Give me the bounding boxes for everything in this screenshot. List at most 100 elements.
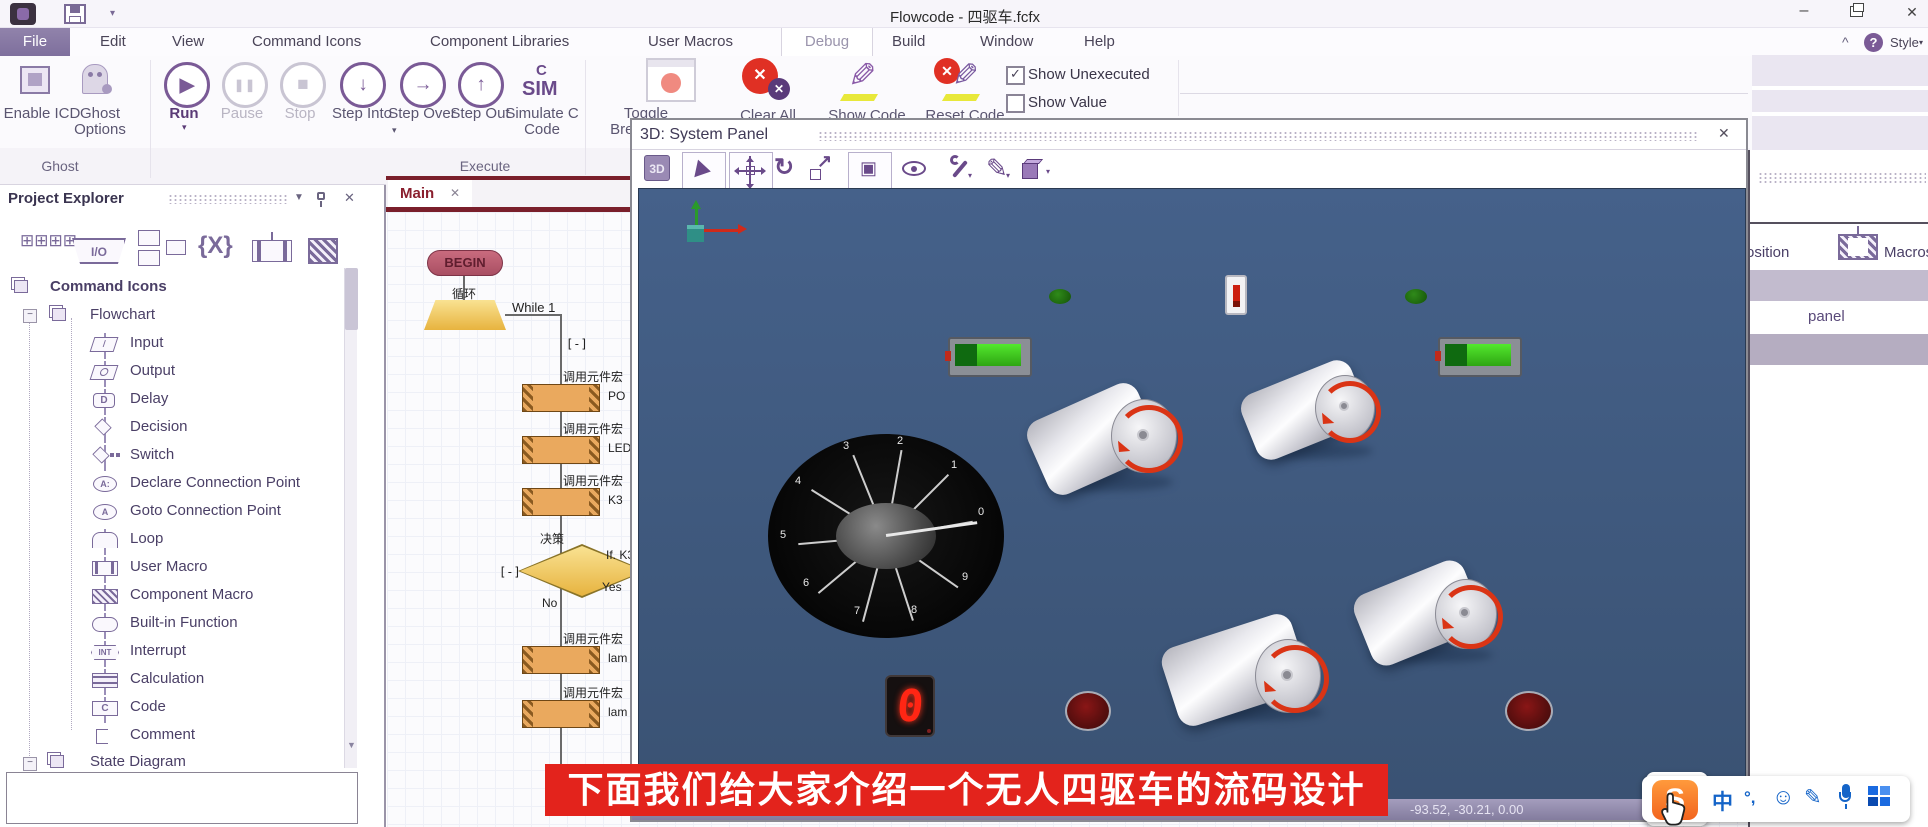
show-unexecuted-label[interactable]: Show Unexecuted: [1028, 66, 1150, 83]
3d-resize-icon[interactable]: ↗: [810, 157, 836, 181]
pin-icon[interactable]: [314, 191, 328, 207]
menu-command-icons[interactable]: Command Icons: [248, 28, 365, 56]
tree-item-goto-connection-point[interactable]: Goto Connection Point: [130, 502, 281, 519]
step-over-icon[interactable]: →: [400, 62, 446, 108]
3d-eye-icon[interactable]: [900, 160, 930, 179]
menu-file[interactable]: File: [0, 28, 70, 56]
3d-wrench-icon[interactable]: ▾: [946, 155, 976, 183]
tree-item-switch[interactable]: Switch: [130, 446, 174, 463]
ime-language-toggle[interactable]: 中: [1712, 786, 1733, 816]
position-column-header[interactable]: Position: [1748, 244, 1789, 261]
show-unexecuted-checkbox[interactable]: ✓: [1006, 66, 1025, 85]
close-button[interactable]: ✕: [1900, 4, 1924, 21]
push-button[interactable]: [1505, 691, 1553, 731]
menu-help[interactable]: Help: [1080, 28, 1119, 56]
run-dropdown-icon[interactable]: ▾: [182, 122, 187, 133]
panel-drag-handle[interactable]: [818, 131, 1698, 141]
show-code-icon[interactable]: ✎: [838, 58, 892, 104]
command-icons-filter-icon[interactable]: ⊞⊞⊞⊞: [20, 232, 60, 266]
tree-item-flowchart[interactable]: Flowchart: [90, 306, 155, 323]
ime-keyboard-layout-icon[interactable]: [1868, 786, 1892, 808]
toggle-breakpoint-icon[interactable]: [646, 58, 696, 102]
tab-close-icon[interactable]: ✕: [450, 186, 460, 200]
tree-item-decision[interactable]: Decision: [130, 418, 188, 435]
tree-item-input[interactable]: Input: [130, 334, 163, 351]
ime-handwriting-icon[interactable]: ✎: [1804, 785, 1822, 810]
component-macro-node[interactable]: [522, 488, 600, 516]
menu-user-macros[interactable]: User Macros: [644, 28, 737, 56]
ime-punctuation-toggle[interactable]: °,: [1744, 788, 1756, 808]
3d-run-button[interactable]: [682, 152, 726, 190]
seven-segment-display[interactable]: 0: [885, 675, 935, 737]
tree-item-user-macro[interactable]: User Macro: [130, 558, 208, 575]
collapse-ribbon-icon[interactable]: ^: [1842, 34, 1849, 50]
component-macro-node[interactable]: [522, 646, 600, 674]
show-value-checkbox[interactable]: [1006, 94, 1025, 113]
simulate-sim-icon[interactable]: SIM: [522, 78, 558, 101]
menu-build[interactable]: Build: [888, 28, 929, 56]
tree-item-loop[interactable]: Loop: [130, 530, 163, 547]
3d-rotate-icon[interactable]: ↻: [774, 153, 794, 182]
push-button[interactable]: [1065, 691, 1111, 731]
3d-cube-icon[interactable]: ▾: [1020, 155, 1054, 183]
panel-drag-handle[interactable]: [1758, 172, 1926, 184]
menu-debug[interactable]: Debug: [781, 28, 873, 56]
ime-microphone-icon[interactable]: [1838, 784, 1854, 814]
3d-panel-close-icon[interactable]: ✕: [1718, 125, 1730, 142]
panel-close-icon[interactable]: ✕: [344, 190, 355, 206]
panel-dropdown-icon[interactable]: ▼: [294, 192, 304, 203]
tree-scrollbar[interactable]: ▼: [344, 268, 357, 768]
enable-icd-icon[interactable]: [16, 62, 56, 100]
table-row[interactable]: [1750, 270, 1928, 301]
tree-item-state-diagram[interactable]: State Diagram: [90, 753, 186, 770]
menu-edit[interactable]: Edit: [96, 28, 130, 56]
component-macro-node[interactable]: [522, 436, 600, 464]
run-icon[interactable]: ▶: [164, 62, 210, 108]
component-macro-filter-icon[interactable]: [308, 238, 338, 264]
ghost-options-button[interactable]: Ghost Options: [58, 106, 142, 138]
table-row[interactable]: [1750, 334, 1928, 365]
tree-expander[interactable]: −: [23, 757, 37, 771]
tree-item-built-in-function[interactable]: Built-in Function: [130, 614, 238, 631]
minimize-button[interactable]: –: [1790, 2, 1818, 20]
battery-led-bar[interactable]: [948, 337, 1032, 377]
tree-item-declare-connection-point[interactable]: Declare Connection Point: [130, 474, 300, 491]
show-value-label[interactable]: Show Value: [1028, 94, 1107, 111]
step-into-icon[interactable]: ↓: [340, 62, 386, 108]
scrollbar-down-icon[interactable]: ▼: [347, 740, 356, 750]
3d-paint-icon[interactable]: ✎ ▾: [984, 153, 1014, 183]
scrollbar-thumb[interactable]: [345, 268, 358, 330]
style-dropdown[interactable]: Style: [1890, 35, 1919, 50]
menu-view[interactable]: View: [168, 28, 208, 56]
tree-item-output[interactable]: Output: [130, 362, 175, 379]
help-icon[interactable]: ?: [1864, 33, 1883, 52]
begin-node[interactable]: BEGIN: [427, 250, 503, 276]
style-dropdown-icon[interactable]: ▾: [1919, 38, 1923, 47]
ghost-options-icon[interactable]: [76, 60, 118, 100]
green-led[interactable]: [1405, 289, 1427, 304]
3d-move-button[interactable]: [729, 152, 773, 190]
macro-filter-icon[interactable]: [138, 230, 186, 270]
collapse-marker[interactable]: [-]: [499, 565, 521, 579]
macros-column-header[interactable]: Macros: [1884, 244, 1928, 261]
reset-code-icon[interactable]: ✕ ✎: [934, 56, 992, 104]
tab-main[interactable]: Main ✕: [388, 180, 472, 207]
tree-item-calculation[interactable]: Calculation: [130, 670, 204, 687]
component-macro-node[interactable]: [522, 700, 600, 728]
tree-expander[interactable]: −: [23, 309, 37, 323]
step-into-dropdown-icon[interactable]: ▾: [392, 125, 397, 136]
panel-drag-handle[interactable]: [168, 194, 288, 204]
quick-access-dropdown-icon[interactable]: ▾: [110, 8, 115, 19]
3d-isolate-button[interactable]: ▣: [848, 152, 892, 190]
tree-item-interrupt[interactable]: Interrupt: [130, 642, 186, 659]
clear-all-breakpoints-icon[interactable]: ✕ ✕: [740, 56, 796, 104]
component-macro-node[interactable]: [522, 384, 600, 412]
led-module[interactable]: [1225, 275, 1247, 315]
collapse-marker[interactable]: [-]: [566, 337, 588, 351]
variables-filter-icon[interactable]: {X}: [198, 232, 233, 260]
rotary-dial[interactable]: 0 1 2 3 4 5 6 7 8 9: [768, 434, 1004, 638]
tree-item-component-macro[interactable]: Component Macro: [130, 586, 253, 603]
io-filter-icon[interactable]: I/O: [72, 238, 126, 264]
step-out-icon[interactable]: ↑: [458, 62, 504, 108]
table-row-panel[interactable]: panel: [1808, 308, 1845, 325]
